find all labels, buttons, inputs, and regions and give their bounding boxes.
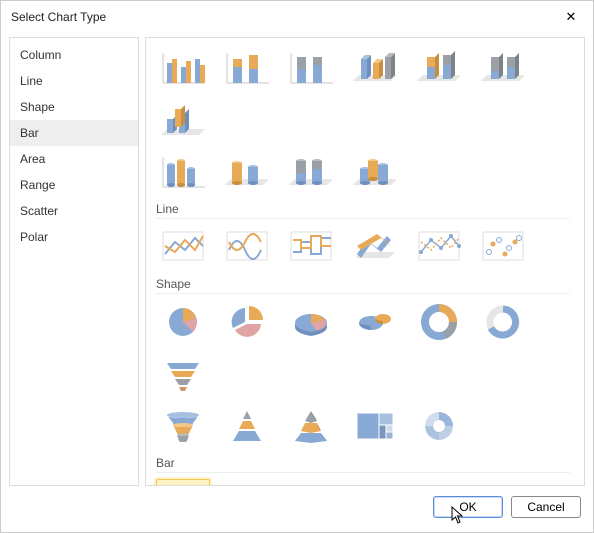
chart-thumb-bar-100pct[interactable] bbox=[284, 479, 338, 485]
chart-thumb-step[interactable] bbox=[284, 225, 338, 269]
chart-thumb-column-3d-c[interactable] bbox=[476, 46, 530, 90]
sidebar-item-range[interactable]: Range bbox=[10, 172, 138, 198]
chart-thumb-column-3d-d[interactable] bbox=[156, 100, 210, 144]
close-icon: ✕ bbox=[566, 9, 577, 25]
chart-thumb-sunburst[interactable] bbox=[412, 404, 466, 448]
chart-thumb-exploded-pie[interactable] bbox=[220, 300, 274, 344]
chart-thumb-doughnut-single[interactable] bbox=[476, 300, 530, 344]
chart-thumb-pie[interactable] bbox=[156, 300, 210, 344]
chart-thumb-column-var-c[interactable] bbox=[284, 46, 338, 90]
chart-thumb-bar-3d-stacked[interactable] bbox=[412, 479, 466, 485]
chart-thumb-bar-3d-100pct[interactable] bbox=[476, 479, 530, 485]
titlebar: Select Chart Type ✕ bbox=[1, 1, 593, 31]
chart-thumb-spline[interactable] bbox=[220, 225, 274, 269]
sidebar-item-shape[interactable]: Shape bbox=[10, 94, 138, 120]
sidebar-item-scatter[interactable]: Scatter bbox=[10, 198, 138, 224]
chart-thumb-pyramid[interactable] bbox=[220, 404, 274, 448]
chart-gallery: Line bbox=[145, 37, 585, 486]
chart-thumb-column-3d-a[interactable] bbox=[348, 46, 402, 90]
sidebar-item-polar[interactable]: Polar bbox=[10, 224, 138, 250]
chart-thumb-funnel[interactable] bbox=[156, 354, 210, 398]
chart-thumb-exploded-pie-3d[interactable] bbox=[348, 300, 402, 344]
chart-thumb-scatter-line[interactable] bbox=[476, 225, 530, 269]
close-button[interactable]: ✕ bbox=[557, 7, 585, 27]
sidebar-item-column[interactable]: Column bbox=[10, 42, 138, 68]
section-label-line: Line bbox=[156, 202, 570, 219]
sidebar-item-line[interactable]: Line bbox=[10, 68, 138, 94]
chart-thumb-column-var-a[interactable] bbox=[156, 46, 210, 90]
chart-thumb-doughnut[interactable] bbox=[412, 300, 466, 344]
chart-thumb-line-3d[interactable] bbox=[348, 225, 402, 269]
cancel-button[interactable]: Cancel bbox=[511, 496, 581, 518]
section-label-bar: Bar bbox=[156, 456, 570, 473]
chart-type-sidebar: Column Line Shape Bar Area Range Scatter… bbox=[9, 37, 139, 486]
chart-thumb-bar-stacked[interactable] bbox=[220, 479, 274, 485]
chart-thumb-cylinder-a[interactable] bbox=[156, 150, 210, 194]
sidebar-item-area[interactable]: Area bbox=[10, 146, 138, 172]
chart-thumb-line[interactable] bbox=[156, 225, 210, 269]
chart-thumb-funnel-3d[interactable] bbox=[156, 404, 210, 448]
chart-thumb-column-var-b[interactable] bbox=[220, 46, 274, 90]
chart-thumb-pyramid-3d[interactable] bbox=[284, 404, 338, 448]
dialog-footer: OK Cancel bbox=[1, 486, 593, 528]
chart-gallery-scroll[interactable]: Line bbox=[146, 38, 576, 485]
chart-thumb-cylinder-c[interactable] bbox=[284, 150, 338, 194]
chart-thumb-cylinder-b[interactable] bbox=[220, 150, 274, 194]
chart-thumb-bar-basic[interactable] bbox=[156, 479, 210, 485]
chart-thumb-cylinder-d[interactable] bbox=[348, 150, 402, 194]
chart-thumb-pie-3d[interactable] bbox=[284, 300, 338, 344]
cancel-button-label: Cancel bbox=[527, 500, 564, 514]
ok-button-label: OK bbox=[459, 500, 476, 514]
dialog-title: Select Chart Type bbox=[11, 10, 106, 24]
chart-thumb-treemap[interactable] bbox=[348, 404, 402, 448]
chart-thumb-column-3d-b[interactable] bbox=[412, 46, 466, 90]
chart-thumb-line-marker[interactable] bbox=[412, 225, 466, 269]
chart-thumb-bar-3d[interactable] bbox=[348, 479, 402, 485]
sidebar-item-bar[interactable]: Bar bbox=[10, 120, 138, 146]
section-label-shape: Shape bbox=[156, 277, 570, 294]
ok-button[interactable]: OK bbox=[433, 496, 503, 518]
